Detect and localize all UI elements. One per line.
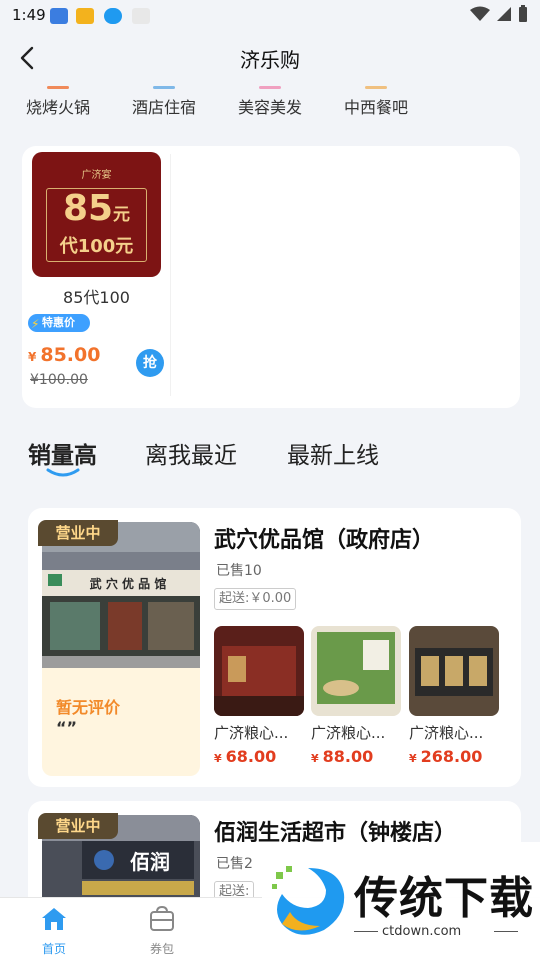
voucher-brand: 广济宴	[81, 170, 112, 181]
promo-card: 广济宴 85元 代100元 85代100 ⚡ 特惠价 ¥85.00 ¥100.00…	[22, 146, 520, 408]
tab-nearest[interactable]: 离我最近	[145, 436, 237, 470]
product-image	[409, 626, 499, 716]
lightning-icon: ⚡	[31, 317, 40, 331]
page-title: 济乐购	[240, 48, 300, 72]
category-label: 酒店住宿	[132, 98, 197, 117]
tab-newest[interactable]: 最新上线	[287, 436, 379, 470]
product-name: 广济粮心...	[214, 724, 289, 742]
battery-icon	[519, 5, 527, 22]
special-price-tag: ⚡ 特惠价	[28, 314, 90, 332]
product-name: 广济粮心...	[311, 724, 386, 742]
grab-button[interactable]: 抢	[136, 349, 164, 377]
tab-sales[interactable]: 销量高	[28, 436, 97, 477]
nav-label: 券包	[149, 942, 174, 956]
min-order: 起送:￥0.00	[214, 588, 297, 610]
notification-app-icon	[76, 8, 94, 24]
category-restaurant[interactable]: 中西餐吧	[344, 86, 409, 118]
status-badge: 营业中	[38, 520, 118, 546]
product-name: 广济粮心...	[409, 724, 484, 742]
wifi-icon	[470, 6, 490, 21]
store-sold: 已售2	[216, 856, 253, 872]
product-item[interactable]: 广济粮心... ¥268.00	[409, 626, 499, 766]
promo-price: ¥85.00	[28, 344, 101, 366]
review-quote: “”	[56, 718, 78, 737]
sort-tabs: 销量高 离我最近 最新上线	[0, 430, 540, 480]
shop-sign: 佰润	[130, 850, 170, 874]
product-image	[214, 626, 304, 716]
status-time: 1:49	[12, 6, 46, 24]
promo-old-price: ¥100.00	[30, 372, 88, 388]
category-bar: 烧烤火锅 酒店住宿 美容美发 中西餐吧	[0, 86, 540, 126]
category-icon	[259, 86, 281, 89]
product-image	[311, 626, 401, 716]
notification-app-icon	[132, 8, 150, 24]
signal-icon	[497, 7, 511, 21]
category-icon	[365, 86, 387, 89]
shop-sign: 武 穴 优 品 馆	[90, 576, 167, 591]
product-price: ¥268.00	[409, 747, 483, 766]
divider	[354, 931, 378, 932]
status-badge: 营业中	[38, 813, 118, 839]
store-name: 武穴优品馆（政府店）	[214, 528, 435, 553]
store-sold: 已售10	[216, 563, 262, 579]
category-label: 中西餐吧	[344, 98, 409, 117]
watermark-logo-icon	[272, 866, 345, 935]
notification-app-icon	[50, 8, 68, 24]
status-bar: 1:49	[0, 0, 540, 30]
category-icon	[47, 86, 69, 89]
product-item[interactable]: 广济粮心... ¥88.00	[311, 626, 401, 766]
store-card[interactable]: 武 穴 优 品 馆 暂无评价 “” 营业中 武穴优品馆（政府店） 已售10 起送…	[28, 508, 521, 787]
active-tab-indicator	[46, 468, 79, 477]
category-label: 烧烤火锅	[26, 98, 91, 117]
category-icon	[153, 86, 175, 89]
coupon-bag-icon	[150, 905, 174, 931]
download-icon	[104, 8, 122, 24]
nav-label: 首页	[41, 942, 66, 956]
category-beauty[interactable]: 美容美发	[238, 86, 303, 118]
nav-coupons[interactable]: 券包	[132, 905, 192, 957]
product-price: ¥68.00	[214, 747, 277, 766]
nav-header: 济乐购	[0, 30, 540, 88]
category-bbq-hotpot[interactable]: 烧烤火锅	[26, 86, 91, 118]
category-label: 美容美发	[238, 98, 303, 117]
divider	[170, 154, 171, 396]
nav-home[interactable]: 首页	[24, 906, 84, 957]
home-icon	[42, 908, 66, 930]
watermark-url: ctdown.com	[382, 924, 462, 939]
voucher-amount: 85元	[62, 188, 131, 229]
watermark-title: 传统下载	[354, 873, 534, 924]
voucher-sub: 代100元	[59, 236, 134, 257]
review-title: 暂无评价	[56, 698, 121, 717]
product-price: ¥88.00	[311, 747, 374, 766]
promo-name: 85代100	[63, 288, 130, 307]
category-hotel[interactable]: 酒店住宿	[132, 86, 197, 118]
review-box: 暂无评价 “”	[42, 668, 200, 776]
divider	[494, 931, 518, 932]
product-item[interactable]: 广济粮心... ¥68.00	[214, 626, 304, 766]
voucher-image: 广济宴 85元 代100元	[32, 152, 161, 277]
watermark-overlay: 传统下载 ctdown.com	[262, 842, 540, 960]
